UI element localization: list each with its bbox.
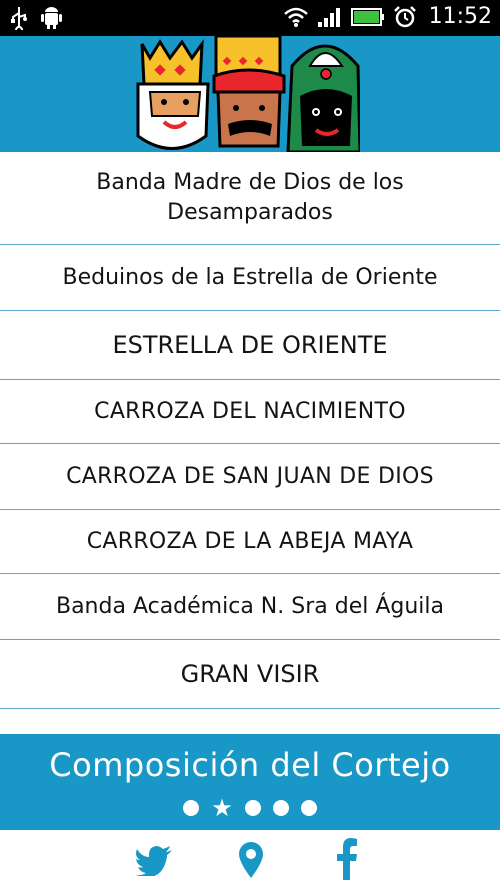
- usb-icon: [10, 6, 28, 30]
- list-item[interactable]: GRAN VISIR: [0, 640, 500, 709]
- page-dot[interactable]: [300, 800, 317, 816]
- page-dot[interactable]: [244, 800, 261, 816]
- clock: 11:52: [428, 4, 492, 29]
- signal-icon: [317, 6, 343, 28]
- list-item-label-line-2: Desamparados: [167, 200, 333, 225]
- battery-icon: [350, 7, 385, 27]
- list-item-label-line-1: Banda Madre de Dios de los: [96, 170, 404, 195]
- list-item[interactable]: Banda Madre de Dios de los Desamparados: [0, 152, 500, 245]
- twitter-icon[interactable]: [135, 846, 173, 880]
- page-dot[interactable]: [272, 800, 289, 816]
- three-kings-illustration: [136, 36, 360, 152]
- section-footer: Composición del Cortejo ★: [0, 734, 500, 830]
- list-item-label: CARROZA DE SAN JUAN DE DIOS: [66, 463, 434, 489]
- header-banner: [0, 36, 500, 152]
- list-item-label: CARROZA DEL NACIMIENTO: [94, 398, 406, 424]
- wifi-icon: [283, 6, 309, 28]
- list-item[interactable]: CARROZA DEL NACIMIENTO: [0, 380, 500, 444]
- list-item-label: Beduinos de la Estrella de Oriente: [62, 264, 438, 290]
- current-page-star-icon[interactable]: ★: [211, 796, 233, 820]
- list-item-label: Banda Académica N. Sra del Águila: [55, 593, 444, 619]
- alarm-icon: [393, 5, 417, 29]
- list-item[interactable]: Beduinos de la Estrella de Oriente: [0, 245, 500, 311]
- list-item[interactable]: CARROZA DE LA ABEJA MAYA: [0, 510, 500, 574]
- page-dot[interactable]: [183, 800, 200, 816]
- list-item[interactable]: ESTRELLA DE ORIENTE: [0, 311, 500, 380]
- location-pin-icon[interactable]: [238, 842, 264, 882]
- page-indicator[interactable]: ★: [0, 796, 500, 820]
- list-item-label: ESTRELLA DE ORIENTE: [112, 331, 388, 359]
- section-title: Composición del Cortejo: [49, 746, 451, 784]
- list-item[interactable]: CARROZA DE SAN JUAN DE DIOS: [0, 444, 500, 510]
- android-debug-icon: [40, 6, 62, 30]
- facebook-icon[interactable]: [336, 838, 358, 884]
- list-item-label: GRAN VISIR: [180, 660, 320, 688]
- cortege-list: Banda Madre de Dios de los Desamparados …: [0, 152, 500, 734]
- status-bar: 11:52: [0, 0, 500, 36]
- social-bar: [0, 830, 500, 889]
- list-item-label: CARROZA DE LA ABEJA MAYA: [86, 528, 414, 554]
- list-item[interactable]: Banda Académica N. Sra del Águila: [0, 574, 500, 640]
